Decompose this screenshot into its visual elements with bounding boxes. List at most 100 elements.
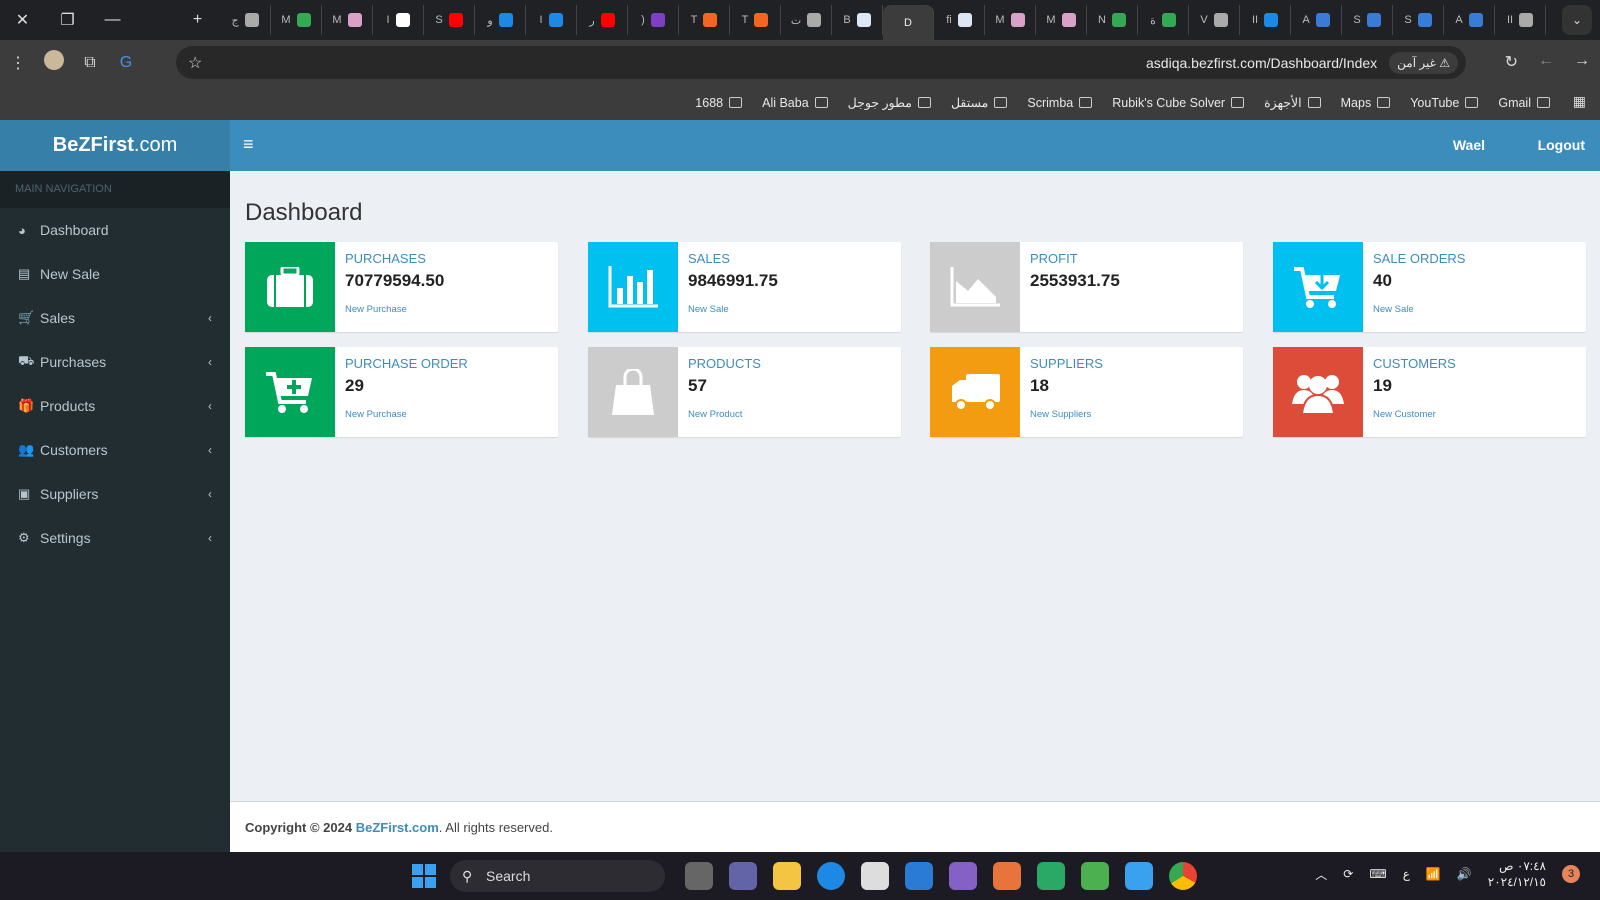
sidebar-item-suppliers[interactable]: ▣ Suppliers ‹	[0, 472, 230, 516]
window-restore-button[interactable]: ❐	[45, 10, 90, 30]
sidebar-item-customers[interactable]: 👥 Customers ‹	[0, 428, 230, 472]
window-minimize-button[interactable]: —	[90, 11, 135, 29]
wifi-icon[interactable]: 📶	[1426, 867, 1441, 881]
bookmark-star-icon[interactable]: ☆	[188, 53, 202, 73]
browser-tab[interactable]: B	[832, 5, 883, 35]
bookmark-item[interactable]: Ali Baba	[762, 96, 828, 110]
browser-tab[interactable]: ة	[1138, 5, 1189, 35]
profile-avatar[interactable]	[36, 50, 72, 75]
browser-tab[interactable]: )	[628, 5, 679, 35]
taskbar-search[interactable]: ⚲ Search	[450, 860, 665, 892]
info-box-link[interactable]: New Product	[688, 409, 742, 420]
browser-tab[interactable]: D	[883, 5, 934, 41]
menu-icon[interactable]: ⋮	[0, 53, 36, 73]
info-box-link[interactable]: New Sale	[1373, 304, 1414, 315]
sidebar-toggle-icon[interactable]: ≡	[243, 134, 254, 155]
security-chip[interactable]: غير آمن ⚠	[1389, 51, 1458, 74]
browser-tab[interactable]: M	[322, 5, 373, 35]
sidebar-item-new-sale[interactable]: ▤ New Sale	[0, 252, 230, 296]
sidebar-item-sales[interactable]: 🛒 Sales ‹	[0, 296, 230, 340]
store-icon[interactable]	[861, 862, 889, 890]
bookmark-icon	[1231, 97, 1245, 108]
browser-tab[interactable]: II	[1495, 5, 1546, 35]
browser-tab[interactable]: S	[1342, 5, 1393, 35]
sidebar-item-settings[interactable]: ⚙ Settings ‹	[0, 516, 230, 560]
tab-favicon-icon	[807, 13, 822, 27]
snipping-tool-icon[interactable]	[993, 862, 1021, 890]
language-indicator[interactable]: ع	[1403, 867, 1410, 881]
reload-icon[interactable]: ↻	[1505, 52, 1518, 72]
file-explorer-icon[interactable]	[773, 862, 801, 890]
bookmark-item[interactable]: Rubik's Cube Solver	[1112, 96, 1245, 110]
info-box-link[interactable]: New Customer	[1373, 409, 1436, 420]
info-box-link[interactable]: New Purchase	[345, 409, 407, 420]
browser-tab[interactable]: و	[475, 5, 526, 35]
bookmark-item[interactable]: مطور جوجل	[848, 95, 931, 110]
windows-start-icon[interactable]	[412, 864, 436, 888]
bookmark-item[interactable]: مستقل	[951, 95, 1008, 110]
forward-icon[interactable]: →	[1574, 52, 1590, 72]
volume-icon[interactable]: 🔊	[1457, 867, 1472, 881]
sidebar-item-purchases[interactable]: ⛟ Purchases ‹	[0, 340, 230, 384]
info-box-customers: Customers 19 New Customer	[1273, 347, 1586, 437]
user-menu[interactable]: Wael	[1453, 137, 1485, 153]
translate-icon[interactable]: G	[108, 54, 144, 72]
browser-tab[interactable]: T	[679, 5, 730, 35]
clock[interactable]: ٠٧:٤٨ ص ٢٠٢٤/١٢/١٥	[1488, 858, 1546, 890]
browser-tab[interactable]: ر	[577, 5, 628, 35]
browser-tab[interactable]: V	[1189, 5, 1240, 35]
apps-grid-icon[interactable]: ▦	[1573, 93, 1586, 110]
browser-tab[interactable]: ج	[220, 5, 271, 35]
browser-tab[interactable]: II	[1240, 5, 1291, 35]
vscode-icon[interactable]	[905, 862, 933, 890]
info-box-link[interactable]: New Purchase	[345, 304, 407, 315]
visual-studio-icon[interactable]	[949, 862, 977, 890]
bookmark-item[interactable]: 1688	[695, 96, 743, 110]
chrome-icon[interactable]	[1169, 862, 1197, 890]
new-tab-button[interactable]: +	[175, 11, 220, 29]
browser-tab[interactable]: fi	[934, 5, 985, 35]
browser-tab[interactable]: A	[1291, 5, 1342, 35]
date: ٢٠٢٤/١٢/١٥	[1487, 875, 1546, 889]
gift-icon: 🎁	[18, 398, 35, 413]
browser-tab[interactable]: M	[271, 5, 322, 35]
logout-link[interactable]: Logout	[1538, 137, 1585, 153]
sync-icon[interactable]: ⟳	[1343, 867, 1353, 881]
footer-link[interactable]: BeZFirst.com	[356, 820, 439, 835]
browser-tab[interactable]: N	[1087, 5, 1138, 35]
back-icon[interactable]: ←	[1538, 52, 1554, 72]
notification-badge[interactable]: 3	[1562, 865, 1580, 883]
app-logo[interactable]: BeZFirst.com	[0, 120, 230, 171]
tab-search-button[interactable]: ⌄	[1562, 5, 1592, 35]
url-text[interactable]: asdiqa.bezfirst.com/Dashboard/Index	[1146, 55, 1377, 71]
bookmark-item[interactable]: الأجهزة	[1264, 95, 1321, 110]
teams-icon[interactable]	[729, 862, 757, 890]
task-view-icon[interactable]	[685, 862, 713, 890]
browser-tab[interactable]: A	[1444, 5, 1495, 35]
sidebar-item-dashboard[interactable]: ◕ Dashboard	[0, 208, 230, 252]
browser-tab[interactable]: S	[1393, 5, 1444, 35]
browser-tab[interactable]: M	[1036, 5, 1087, 35]
messaging-app-icon[interactable]	[1081, 862, 1109, 890]
address-bar[interactable]: ☆ asdiqa.bezfirst.com/Dashboard/Index غي…	[176, 46, 1466, 79]
app-icon[interactable]	[1037, 862, 1065, 890]
edge-icon[interactable]	[817, 862, 845, 890]
bookmark-item[interactable]: YouTube	[1410, 96, 1479, 110]
browser-tab[interactable]: M	[985, 5, 1036, 35]
bookmark-item[interactable]: Gmail	[1498, 96, 1550, 110]
browser-tab[interactable]: I	[526, 5, 577, 35]
keyboard-icon[interactable]: ⌨	[1369, 867, 1386, 881]
window-close-button[interactable]: ✕	[0, 10, 45, 30]
browser-tab[interactable]: ت	[781, 5, 832, 35]
bookmark-item[interactable]: Scrimba	[1027, 96, 1093, 110]
info-box-link[interactable]: New Suppliers	[1030, 409, 1091, 420]
browser-tab[interactable]: I	[373, 5, 424, 35]
extensions-icon[interactable]: ⧉	[72, 54, 108, 72]
sidebar-item-products[interactable]: 🎁 Products ‹	[0, 384, 230, 428]
bookmark-item[interactable]: Maps	[1341, 96, 1391, 110]
chevron-up-icon[interactable]: ︿	[1315, 866, 1327, 883]
paint-icon[interactable]	[1125, 862, 1153, 890]
info-box-link[interactable]: New Sale	[688, 304, 729, 315]
browser-tab[interactable]: S	[424, 5, 475, 35]
browser-tab[interactable]: T	[730, 5, 781, 35]
